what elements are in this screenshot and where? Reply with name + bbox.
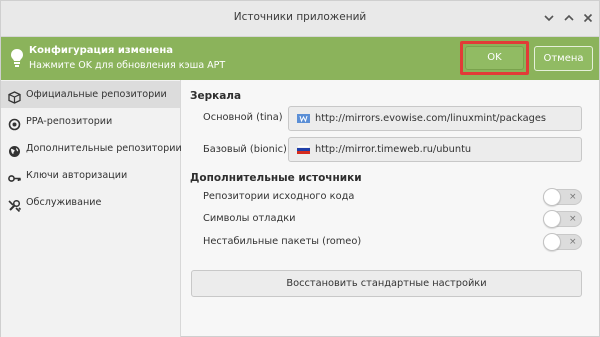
toggle-off-icon: × bbox=[569, 192, 577, 202]
toggle-knob bbox=[543, 188, 561, 206]
box-icon bbox=[8, 88, 21, 104]
close-icon[interactable] bbox=[581, 11, 595, 25]
toggle-knob bbox=[543, 210, 561, 228]
debug-symbols-toggle[interactable]: × bbox=[543, 210, 582, 228]
cancel-button[interactable]: Отмена bbox=[534, 46, 593, 71]
source-code-label: Репозитории исходного кода bbox=[203, 191, 355, 202]
tools-icon bbox=[8, 196, 22, 213]
globe-icon bbox=[8, 142, 21, 157]
unstable-packages-label: Нестабильные пакеты (romeo) bbox=[203, 236, 362, 247]
sidebar-item-keys[interactable]: Ключи авторизации bbox=[1, 162, 180, 189]
main-mirror-label: Основной (tina) bbox=[203, 112, 283, 123]
key-icon bbox=[8, 169, 21, 182]
sidebar-item-additional[interactable]: Дополнительные репозитории bbox=[1, 135, 182, 162]
base-mirror-label: Базовый (bionic) bbox=[203, 144, 287, 155]
ok-button[interactable]: OK bbox=[465, 46, 524, 70]
sidebar-item-label: Обслуживание bbox=[26, 197, 102, 208]
minimize-icon[interactable] bbox=[542, 11, 556, 25]
mirror-flag-icon bbox=[297, 114, 310, 123]
russia-flag-icon bbox=[296, 144, 311, 154]
sources-section-title: Дополнительные источники bbox=[190, 172, 362, 184]
sidebar: Официальные репозитории PPA-репозитории … bbox=[1, 80, 182, 337]
base-mirror-url: http://mirror.timeweb.ru/ubuntu bbox=[315, 144, 472, 155]
target-icon bbox=[8, 115, 21, 131]
infobar-message: Нажмите OK для обновления кэша APT bbox=[29, 60, 226, 71]
base-mirror-button[interactable]: http://mirror.timeweb.ru/ubuntu bbox=[288, 137, 582, 162]
software-sources-window: Источники приложений Конфигурация измене… bbox=[0, 0, 600, 337]
sidebar-item-label: PPA-репозитории bbox=[26, 116, 113, 127]
toggle-knob bbox=[543, 233, 561, 251]
toggle-off-icon: × bbox=[569, 237, 577, 247]
debug-symbols-label: Символы отладки bbox=[203, 213, 296, 224]
maximize-icon[interactable] bbox=[562, 11, 576, 25]
source-code-toggle[interactable]: × bbox=[543, 188, 582, 206]
unstable-packages-toggle[interactable]: × bbox=[543, 233, 582, 251]
sidebar-item-ppa[interactable]: PPA-репозитории bbox=[1, 108, 180, 135]
mirrors-section-title: Зеркала bbox=[190, 90, 242, 102]
main-mirror-url: http://mirrors.evowise.com/linuxmint/pac… bbox=[315, 113, 546, 124]
sidebar-item-maintenance[interactable]: Обслуживание bbox=[1, 189, 180, 216]
sidebar-item-label: Официальные репозитории bbox=[26, 89, 167, 100]
restore-defaults-button[interactable]: Восстановить стандартные настройки bbox=[191, 270, 582, 297]
infobar-heading: Конфигурация изменена bbox=[29, 45, 173, 56]
lightbulb-icon bbox=[9, 48, 25, 68]
sidebar-item-label: Ключи авторизации bbox=[26, 170, 128, 181]
sidebar-item-label: Дополнительные репозитории bbox=[26, 143, 182, 154]
main-panel: Зеркала Основной (tina) http://mirrors.e… bbox=[182, 80, 599, 337]
sidebar-item-official[interactable]: Официальные репозитории bbox=[1, 81, 180, 108]
title-bar: Источники приложений bbox=[1, 1, 599, 37]
window-title: Источники приложений bbox=[233, 11, 367, 23]
main-mirror-button[interactable]: http://mirrors.evowise.com/linuxmint/pac… bbox=[288, 106, 582, 131]
toggle-off-icon: × bbox=[569, 214, 577, 224]
